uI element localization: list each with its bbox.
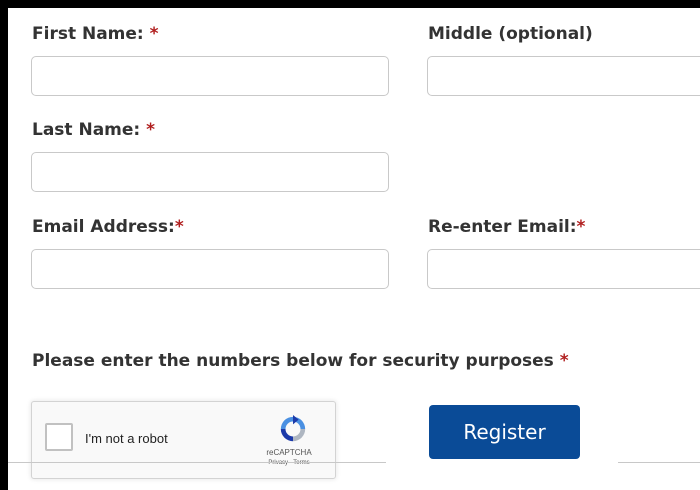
reenter-email-input[interactable] [427, 249, 700, 289]
last-name-required-marker: * [146, 120, 156, 140]
first-name-required-marker: * [149, 24, 159, 44]
security-prompt-text: Please enter the numbers below for secur… [32, 351, 554, 371]
bottom-divider-left [8, 462, 386, 463]
email-input[interactable] [31, 249, 389, 289]
recaptcha-privacy-terms-link[interactable]: Privacy - Terms [244, 460, 334, 466]
first-name-label-text: First Name: [32, 24, 144, 44]
middle-name-label-text: Middle (optional) [428, 24, 593, 44]
reenter-email-required-marker: * [576, 217, 586, 237]
recaptcha-brand-text: reCAPTCHA [266, 448, 312, 457]
first-name-input[interactable] [31, 56, 389, 96]
last-name-input[interactable] [31, 152, 389, 192]
reenter-email-label-text: Re-enter Email: [428, 217, 577, 237]
middle-name-label: Middle (optional) [428, 24, 593, 44]
middle-name-input[interactable] [427, 56, 700, 96]
recaptcha-logo-icon [280, 414, 306, 442]
window-top-border [0, 0, 700, 8]
recaptcha-checkbox[interactable] [45, 423, 73, 451]
security-prompt: Please enter the numbers below for secur… [32, 351, 569, 371]
security-required-marker: * [559, 351, 569, 371]
last-name-label-text: Last Name: [32, 120, 141, 140]
email-label: Email Address:* [32, 217, 184, 237]
recaptcha-checkbox-label: I'm not a robot [85, 431, 168, 446]
first-name-label: First Name: * [32, 24, 159, 44]
last-name-label: Last Name: * [32, 120, 155, 140]
recaptcha-widget: I'm not a robot reCAPTCHA Privacy - Term… [31, 401, 336, 479]
register-button[interactable]: Register [429, 405, 580, 459]
email-label-text: Email Address: [32, 217, 175, 237]
email-required-marker: * [174, 217, 184, 237]
reenter-email-label: Re-enter Email:* [428, 217, 585, 237]
bottom-divider-right [618, 462, 700, 463]
window-left-border [0, 0, 8, 490]
